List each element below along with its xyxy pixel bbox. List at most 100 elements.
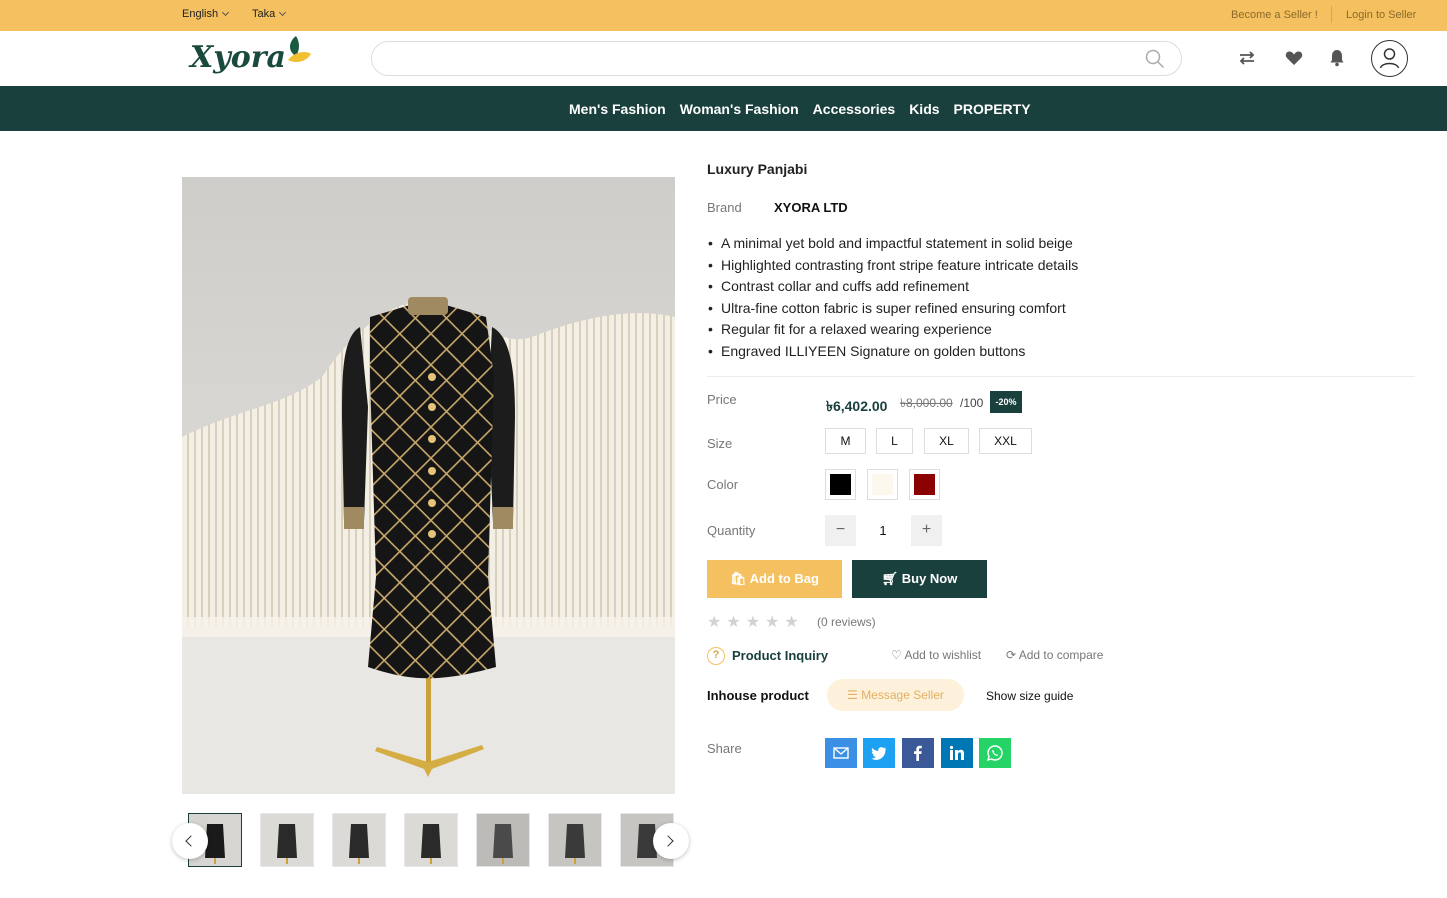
color-swatch xyxy=(872,474,893,495)
price-label: Price xyxy=(707,392,737,407)
add-to-wishlist-link[interactable]: ♡ Add to wishlist xyxy=(891,648,981,662)
become-seller-link[interactable]: Become a Seller ! xyxy=(1231,9,1318,21)
nav-item-kids[interactable]: Kids xyxy=(909,101,939,117)
thumbnail-3[interactable] xyxy=(332,813,386,867)
thumbnail-4[interactable] xyxy=(404,813,458,867)
current-price: ৳6,402.00 xyxy=(826,398,888,414)
language-selector[interactable]: English xyxy=(182,8,230,20)
currency-selector[interactable]: Taka xyxy=(252,8,287,20)
list-item: Engraved ILLIYEEN Signature on golden bu… xyxy=(708,342,1078,364)
main-nav: Men's Fashion Woman's Fashion Accessorie… xyxy=(0,86,1447,131)
rating-stars: ★★★★★ xyxy=(707,614,804,631)
list-item: Ultra-fine cotton fabric is super refine… xyxy=(708,299,1078,321)
old-price: ৳8,000.00 xyxy=(900,396,953,410)
gallery-next-button[interactable] xyxy=(653,823,689,859)
bag-icon: 🛍︎ xyxy=(730,571,747,586)
size-guide-link[interactable]: Show size guide xyxy=(986,689,1073,703)
chevron-down-icon xyxy=(222,8,230,17)
add-to-bag-button[interactable]: 🛍︎ Add to Bag xyxy=(707,560,842,598)
list-item: Regular fit for a relaxed wearing experi… xyxy=(708,320,1078,342)
twitter-icon xyxy=(871,747,886,760)
color-option-cream[interactable] xyxy=(867,469,898,500)
color-option-black[interactable] xyxy=(825,469,856,500)
add-to-wishlist-label: Add to wishlist xyxy=(904,648,982,662)
share-label: Share xyxy=(707,741,742,756)
color-swatch xyxy=(830,474,851,495)
product-main-image[interactable] xyxy=(182,177,675,794)
list-item: Contrast collar and cuffs add refinement xyxy=(708,277,1078,299)
nav-item-accessories[interactable]: Accessories xyxy=(813,101,896,117)
chevron-left-icon xyxy=(185,835,197,847)
share-twitter-button[interactable] xyxy=(863,738,895,768)
language-label: English xyxy=(182,8,219,20)
quantity-value[interactable]: 1 xyxy=(871,523,895,538)
chevron-down-icon xyxy=(279,8,287,17)
size-option-xl[interactable]: XL xyxy=(924,428,969,454)
color-label: Color xyxy=(707,477,739,492)
divider xyxy=(1331,6,1332,23)
add-to-compare-label: Add to compare xyxy=(1018,648,1104,662)
nav-item-mens-fashion[interactable]: Men's Fashion xyxy=(569,101,666,117)
nav-item-property[interactable]: PROPERTY xyxy=(954,101,1031,117)
linkedin-icon xyxy=(949,745,964,760)
thumbnail-strip xyxy=(182,813,675,867)
logo[interactable]: Xyora xyxy=(190,40,286,75)
user-account-button[interactable] xyxy=(1371,40,1408,77)
facebook-icon xyxy=(914,745,922,761)
compare-icon[interactable] xyxy=(1236,47,1258,69)
quantity-decrease-button[interactable]: − xyxy=(825,515,856,546)
quantity-label: Quantity xyxy=(707,523,756,538)
share-whatsapp-button[interactable] xyxy=(979,738,1011,768)
chevron-right-icon xyxy=(662,835,674,847)
product-title: Luxury Panjabi xyxy=(707,161,808,177)
discount-badge: -20% xyxy=(990,391,1022,413)
refresh-icon: ⟳ xyxy=(1006,648,1017,662)
size-option-m[interactable]: M xyxy=(825,428,866,454)
login-seller-link[interactable]: Login to Seller xyxy=(1346,9,1416,21)
top-bar: English Taka Become a Seller ! Login to … xyxy=(0,0,1447,31)
size-label: Size xyxy=(707,436,733,451)
size-option-xxl[interactable]: XXL xyxy=(979,428,1032,454)
share-email-button[interactable] xyxy=(825,738,857,768)
brand-value[interactable]: XYORA LTD xyxy=(774,200,848,215)
leaf-logo-icon xyxy=(288,36,311,62)
nav-item-womans-fashion[interactable]: Woman's Fashion xyxy=(680,101,799,117)
message-seller-button[interactable]: ☰ Message Seller xyxy=(827,679,964,711)
brand-label: Brand xyxy=(707,200,742,215)
buy-now-button[interactable]: 🛒︎ Buy Now xyxy=(852,560,987,598)
share-facebook-button[interactable] xyxy=(902,738,934,768)
inhouse-product-label: Inhouse product xyxy=(707,688,809,703)
user-icon xyxy=(1379,48,1400,69)
heart-icon[interactable] xyxy=(1283,47,1305,69)
reviews-count[interactable]: (0 reviews) xyxy=(817,615,876,629)
bell-icon[interactable] xyxy=(1326,47,1348,69)
divider xyxy=(707,376,1415,377)
size-option-l[interactable]: L xyxy=(876,428,913,454)
share-linkedin-button[interactable] xyxy=(941,738,973,768)
list-item: Highlighted contrasting front stripe fea… xyxy=(708,256,1078,278)
add-to-bag-label: Add to Bag xyxy=(749,571,819,586)
thumbnail-2[interactable] xyxy=(260,813,314,867)
quantity-increase-button[interactable]: + xyxy=(911,515,942,546)
buy-now-label: Buy Now xyxy=(901,571,958,586)
product-inquiry-link[interactable]: Product Inquiry xyxy=(732,648,828,663)
heart-outline-icon: ♡ xyxy=(891,648,902,662)
chat-icon: ☰ xyxy=(847,688,858,702)
panjabi-image xyxy=(182,177,675,794)
cart-icon: 🛒︎ xyxy=(881,571,899,586)
price-unit: /100 xyxy=(960,396,984,410)
message-seller-label: Message Seller xyxy=(861,688,944,702)
add-to-compare-link[interactable]: ⟳ Add to compare xyxy=(1006,648,1103,662)
color-option-maroon[interactable] xyxy=(909,469,940,500)
search-icon[interactable] xyxy=(1145,49,1165,69)
color-swatch xyxy=(914,474,935,495)
search-input[interactable] xyxy=(386,49,1126,69)
thumbnail-6[interactable] xyxy=(548,813,602,867)
question-icon: ? xyxy=(707,647,725,665)
feature-list: A minimal yet bold and impactful stateme… xyxy=(708,234,1078,364)
thumbnail-5[interactable] xyxy=(476,813,530,867)
search-bar[interactable] xyxy=(371,41,1182,76)
list-item: A minimal yet bold and impactful stateme… xyxy=(708,234,1078,256)
gallery-prev-button[interactable] xyxy=(172,823,208,859)
currency-label: Taka xyxy=(252,8,276,20)
